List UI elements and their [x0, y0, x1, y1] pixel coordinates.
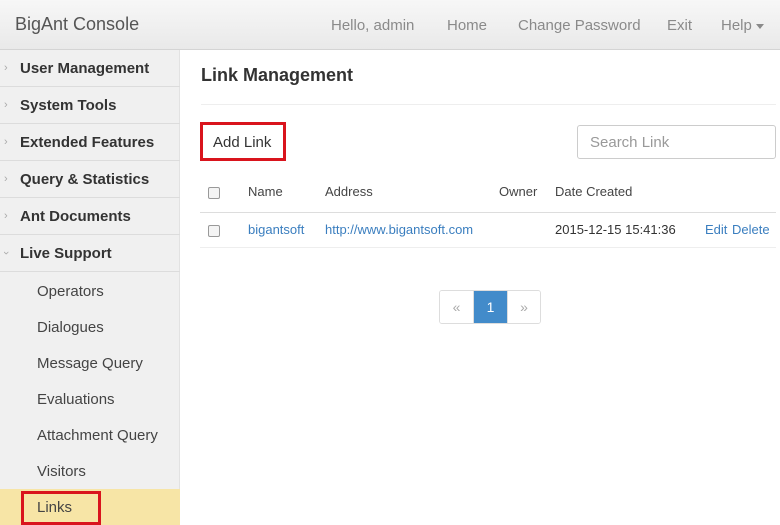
sidebar-item-label: Operators [37, 283, 104, 300]
sidebar-item-dialogues[interactable]: Dialogues [0, 309, 180, 345]
sidebar-group-label: Live Support [20, 245, 112, 262]
sidebar-item-label: Dialogues [37, 319, 104, 336]
chevron-right-icon: › [4, 62, 8, 74]
help-menu[interactable]: Help [721, 17, 764, 34]
sidebar-item-evaluations[interactable]: Evaluations [0, 381, 180, 417]
page-title: Link Management [201, 65, 354, 85]
sidebar-group-user-management[interactable]: › User Management [0, 50, 180, 87]
sidebar-item-visitors[interactable]: Visitors [0, 453, 180, 489]
sidebar-item-operators[interactable]: Operators [0, 273, 180, 309]
sidebar-group-label: Query & Statistics [20, 171, 150, 188]
chevron-right-icon: › [4, 210, 8, 222]
sidebar-group-label: Extended Features [20, 134, 155, 151]
chevron-down-icon: › [0, 251, 12, 255]
sidebar-item-label: Visitors [37, 463, 86, 480]
divider [201, 104, 776, 105]
caret-down-icon [755, 23, 764, 29]
chevron-right-icon: › [4, 173, 8, 185]
sidebar-group-ant-documents[interactable]: › Ant Documents [0, 198, 180, 235]
search-input[interactable] [577, 125, 776, 159]
chevron-right-icon: › [4, 136, 8, 148]
prev-page-button[interactable]: « [440, 291, 473, 323]
select-all-checkbox[interactable] [208, 187, 220, 199]
row-checkbox[interactable] [208, 225, 220, 237]
sidebar-item-label: Attachment Query [37, 427, 158, 444]
help-label: Help [721, 17, 752, 34]
column-header-address: Address [325, 184, 373, 199]
sidebar-item-message-query[interactable]: Message Query [0, 345, 180, 381]
link-date-created: 2015-12-15 15:41:36 [555, 222, 676, 237]
sidebar-group-label: User Management [20, 60, 150, 77]
link-address[interactable]: http://www.bigantsoft.com [325, 222, 473, 237]
sidebar-group-query-statistics[interactable]: › Query & Statistics [0, 161, 180, 198]
top-navbar: BigAnt Console Hello, admin Home Change … [0, 0, 780, 50]
table-header-divider [200, 212, 776, 213]
link-name[interactable]: bigantsoft [248, 222, 304, 237]
column-header-name: Name [248, 184, 283, 199]
page-1-button[interactable]: 1 [473, 291, 507, 323]
home-link[interactable]: Home [447, 17, 487, 34]
add-link-label: Add Link [213, 134, 272, 151]
exit-link[interactable]: Exit [667, 17, 692, 34]
sidebar-group-live-support[interactable]: › Live Support [0, 235, 180, 272]
pagination: « 1 » [439, 290, 541, 324]
next-page-button[interactable]: » [507, 291, 540, 323]
column-header-owner: Owner [499, 184, 538, 199]
add-link-button[interactable]: Add Link [200, 122, 286, 161]
sidebar-item-label: Message Query [37, 355, 143, 372]
sidebar-group-extended-features[interactable]: › Extended Features [0, 124, 180, 161]
sidebar-item-label: Evaluations [37, 391, 115, 408]
sidebar-group-label: System Tools [20, 97, 117, 114]
sidebar-group-label: Ant Documents [20, 208, 131, 225]
edit-link[interactable]: Edit [705, 222, 727, 237]
change-password-link[interactable]: Change Password [518, 17, 641, 34]
sidebar-group-system-tools[interactable]: › System Tools [0, 87, 180, 124]
table-row-divider [200, 247, 776, 248]
chevron-right-icon: › [4, 99, 8, 111]
brand-title: BigAnt Console [15, 14, 140, 34]
greeting-link[interactable]: Hello, admin [331, 17, 414, 34]
column-header-date-created: Date Created [555, 184, 633, 199]
sidebar-item-label: Links [37, 499, 73, 516]
sidebar-item-links[interactable]: Links [0, 489, 180, 525]
sidebar-item-attachment-query[interactable]: Attachment Query [0, 417, 180, 453]
delete-link[interactable]: Delete [732, 222, 770, 237]
sidebar: › User Management › System Tools › Exten… [0, 50, 180, 525]
